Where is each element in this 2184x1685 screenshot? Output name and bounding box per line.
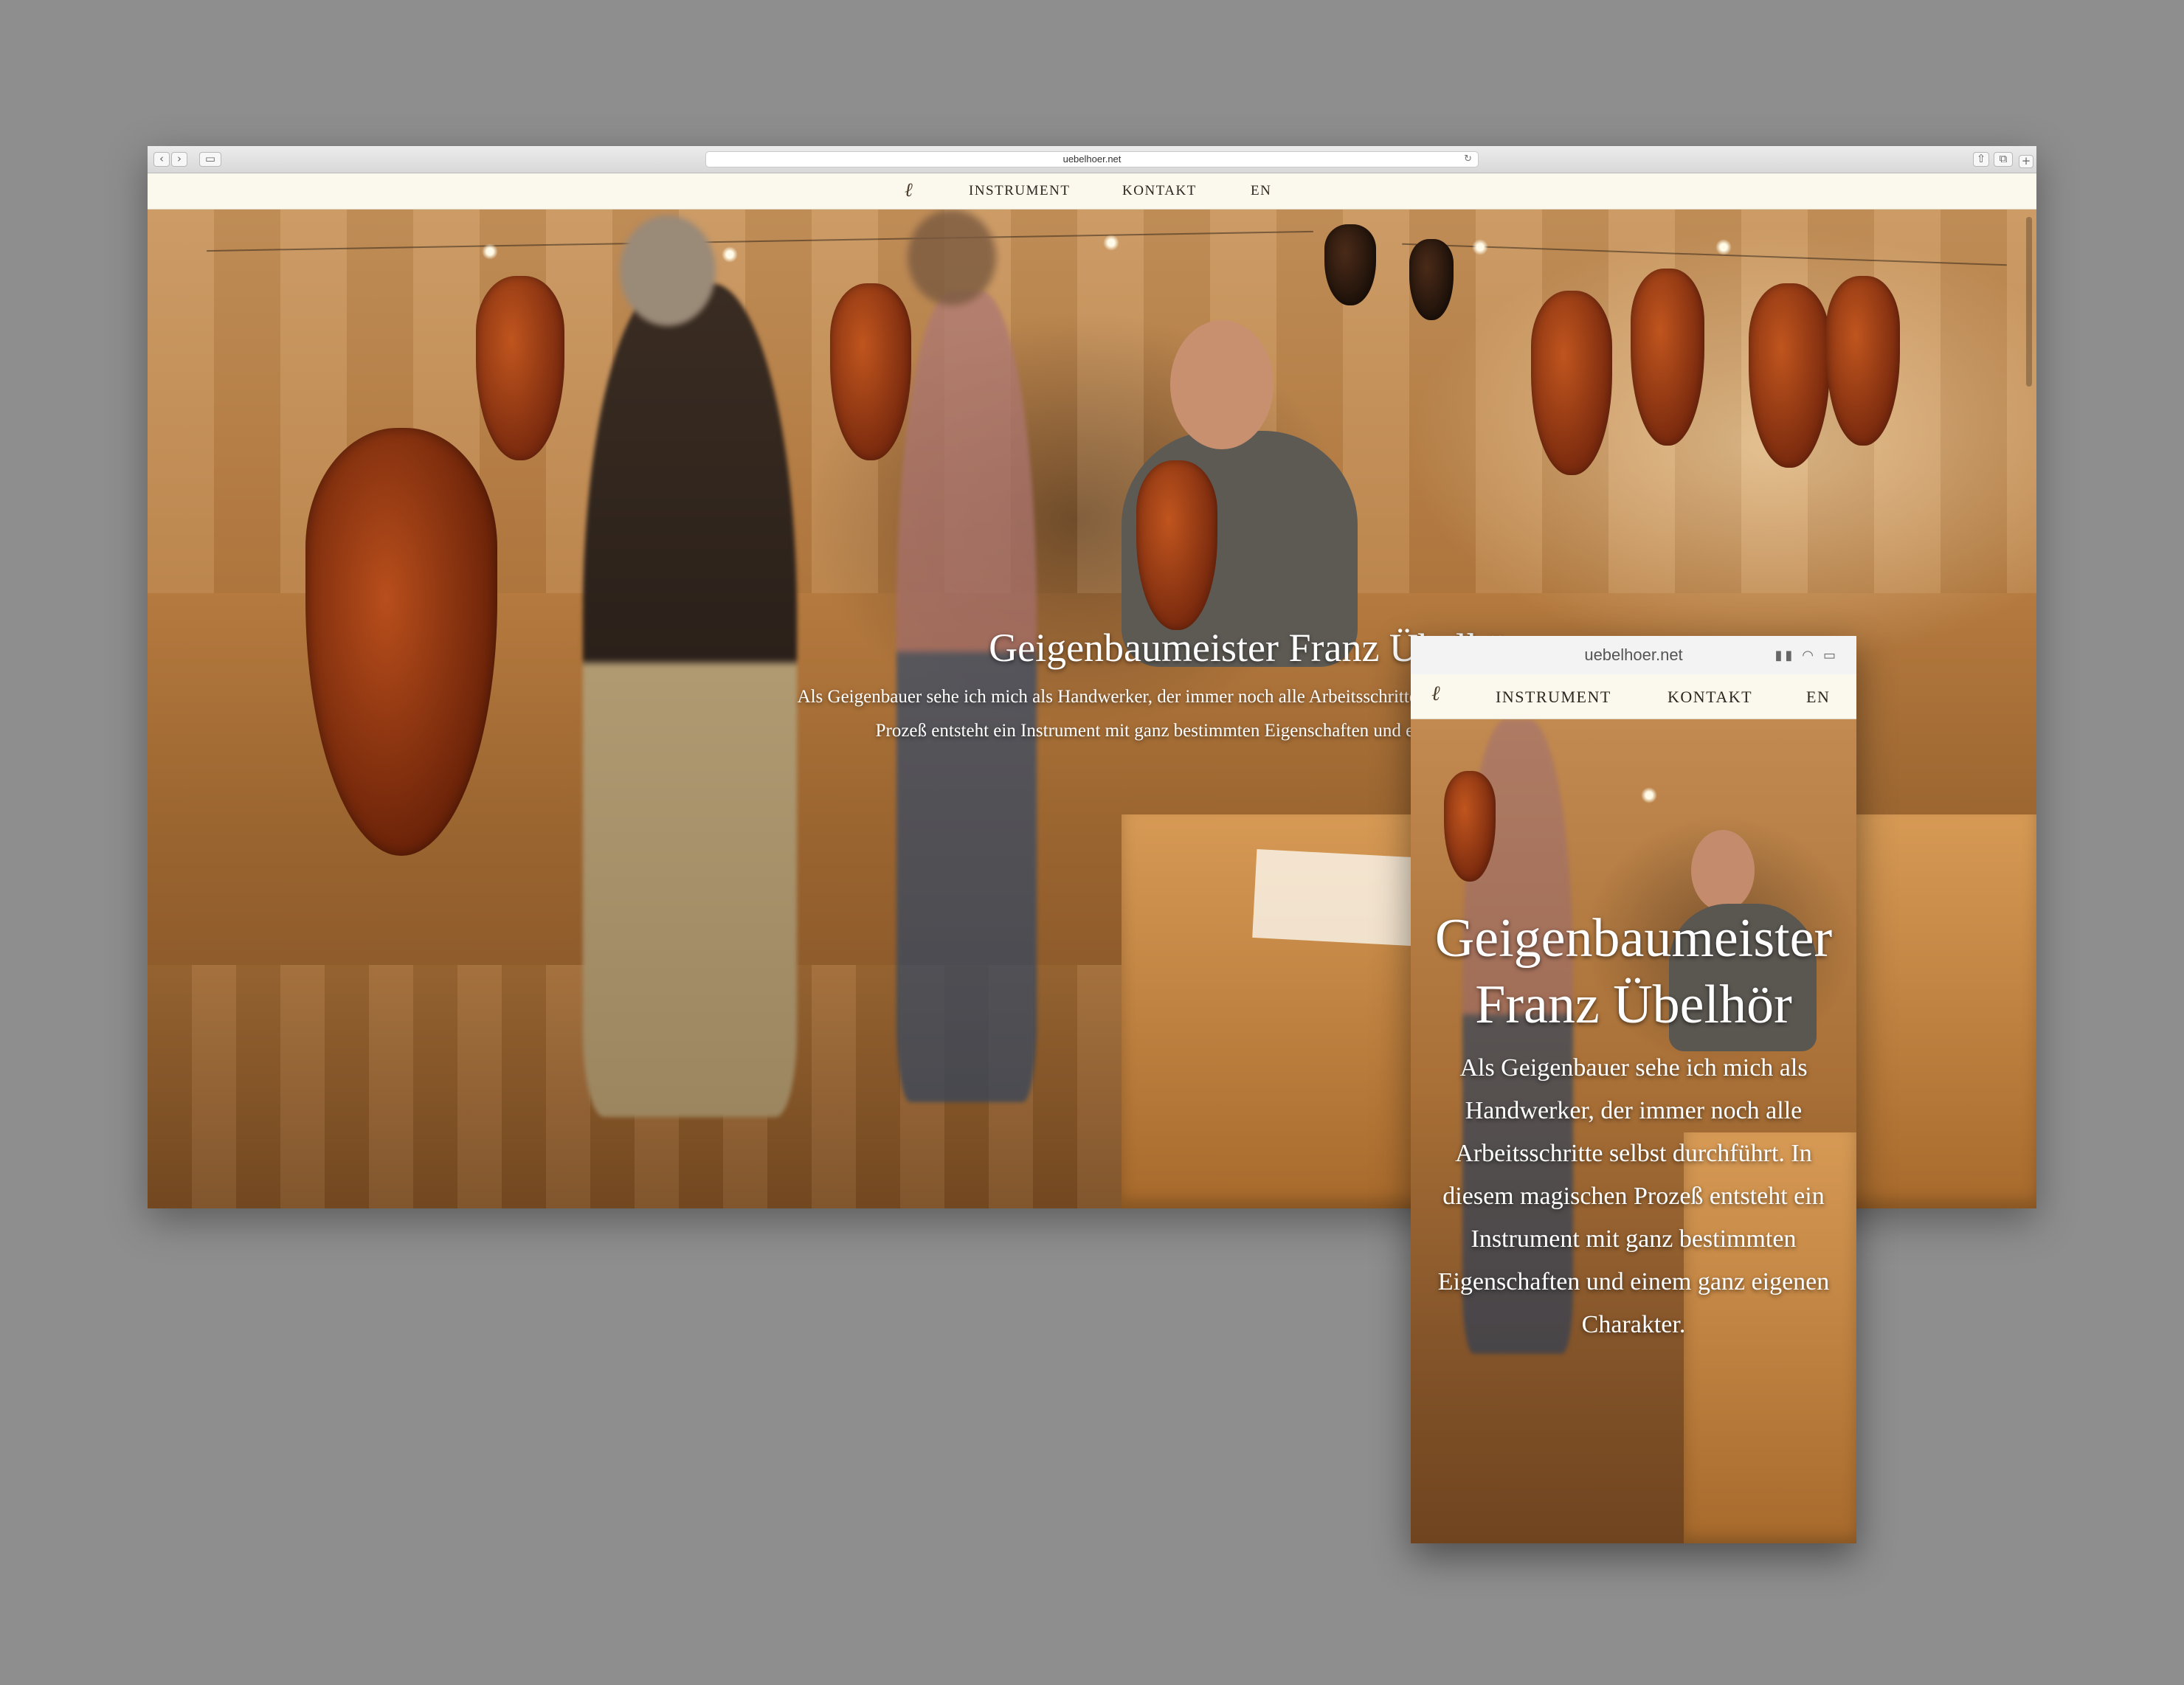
blurred-person bbox=[583, 283, 797, 1117]
sidebar-icon[interactable]: ▭ bbox=[199, 152, 221, 167]
mobile-site-nav: ℓ INSTRUMENT KONTAKT EN bbox=[1411, 674, 1856, 719]
site-logo[interactable]: ℓ bbox=[905, 179, 913, 201]
mobile-device-screen: uebelhoer.net ▮▮ ◠ ▭ ℓ INSTRUMENT KONTAK… bbox=[1411, 636, 1856, 1543]
site-nav: ℓ INSTRUMENT KONTAKT EN bbox=[148, 173, 2036, 210]
tabs-icon[interactable]: ⧉ bbox=[1994, 152, 2013, 167]
nav-item-kontakt[interactable]: KONTAKT bbox=[1122, 183, 1197, 199]
lamp bbox=[1641, 787, 1657, 803]
mobile-hero-title-line1: Geigenbaumeister bbox=[1434, 908, 1833, 969]
browser-toolbar: ‹ › ▭ uebelhoer.net ↻ ⇧ ⧉ + bbox=[148, 146, 2036, 173]
mobile-site-logo[interactable]: ℓ bbox=[1431, 683, 1440, 705]
scrollbar[interactable] bbox=[2026, 217, 2032, 387]
mobile-address-url[interactable]: uebelhoer.net bbox=[1584, 646, 1682, 664]
lamp bbox=[482, 243, 498, 260]
address-bar-url: uebelhoer.net bbox=[1062, 153, 1122, 165]
back-icon[interactable]: ‹ bbox=[153, 152, 170, 167]
reload-icon[interactable]: ↻ bbox=[1464, 152, 1472, 167]
blurred-head bbox=[620, 215, 716, 326]
mobile-nav-item-kontakt[interactable]: KONTAKT bbox=[1668, 688, 1752, 707]
mobile-status-bar: uebelhoer.net ▮▮ ◠ ▭ bbox=[1411, 636, 1856, 674]
mobile-nav-item-instrument[interactable]: INSTRUMENT bbox=[1496, 688, 1611, 707]
forward-icon[interactable]: › bbox=[171, 152, 187, 167]
nav-item-instrument[interactable]: INSTRUMENT bbox=[969, 183, 1070, 199]
signal-wifi-battery-icon: ▮▮ ◠ ▭ bbox=[1774, 648, 1839, 662]
new-tab-icon[interactable]: + bbox=[2019, 155, 2033, 168]
luthier-head bbox=[1170, 320, 1274, 449]
cello bbox=[305, 428, 497, 856]
lamp bbox=[1103, 235, 1119, 251]
nav-item-en[interactable]: EN bbox=[1251, 183, 1271, 199]
mobile-hero-text: Geigenbaumeister Franz Übelhör Als Geige… bbox=[1424, 905, 1843, 1346]
luthier-head bbox=[1691, 830, 1755, 911]
mobile-hero-photo: Geigenbaumeister Franz Übelhör Als Geige… bbox=[1411, 719, 1856, 1543]
share-icon[interactable]: ⇧ bbox=[1973, 152, 1989, 167]
mobile-hero-title: Geigenbaumeister Franz Übelhör bbox=[1424, 905, 1843, 1038]
blurred-head bbox=[908, 210, 996, 305]
mobile-hero-title-line2: Franz Übelhör bbox=[1475, 975, 1792, 1035]
lamp bbox=[722, 246, 738, 263]
mobile-hero-intro: Als Geigenbauer sehe ich mich als Handwe… bbox=[1437, 1054, 1830, 1338]
lamp bbox=[1715, 239, 1732, 255]
lamp bbox=[1472, 239, 1488, 255]
mobile-nav-item-en[interactable]: EN bbox=[1806, 688, 1830, 707]
address-bar[interactable]: uebelhoer.net ↻ bbox=[705, 151, 1479, 167]
